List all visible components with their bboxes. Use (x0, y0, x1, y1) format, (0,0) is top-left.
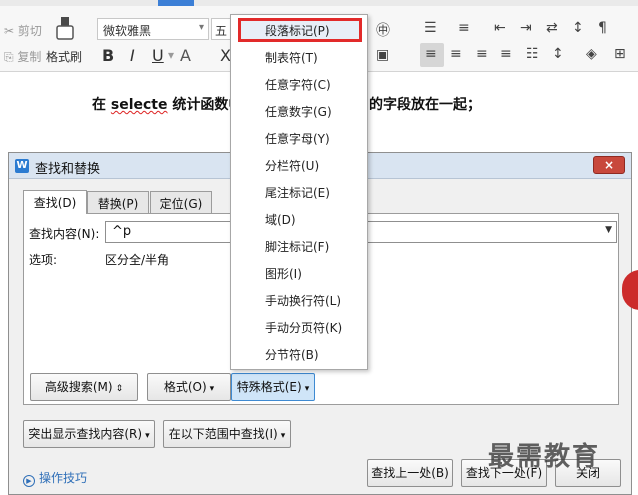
menu-item-manual-line-break[interactable]: 手动换行符(L) (231, 288, 367, 315)
bullet-list-icon[interactable]: ☰ (424, 20, 437, 36)
options-label: 选项: (29, 253, 58, 267)
cut-button[interactable]: ✂ 剪切 (4, 22, 42, 39)
document-line: 在 selecte 统计函数中 的字段放在一起； (92, 94, 481, 114)
find-previous-button[interactable]: 查找上一处(B) (367, 459, 453, 487)
chevron-down-icon[interactable]: ▼ (605, 225, 612, 235)
watermark-logo: 最需教育 (488, 442, 601, 472)
font-name-select[interactable]: 微软雅黑 ▾ (97, 18, 209, 40)
show-marks-icon[interactable]: ¶ (598, 20, 607, 36)
tab-goto[interactable]: 定位(G) (150, 191, 212, 214)
decrease-indent-icon[interactable]: ⇤ (494, 20, 506, 36)
increase-indent-icon[interactable]: ⇥ (520, 20, 532, 36)
menu-item-graphic[interactable]: 图形(I) (231, 261, 367, 288)
chevron-down-icon: ▾ (280, 431, 286, 441)
sort-icon[interactable]: ↕ (572, 20, 584, 36)
align-right-icon[interactable]: ≡ (476, 46, 488, 62)
brush-icon (56, 17, 74, 40)
special-format-button[interactable]: 特殊格式(E) ▾ (231, 373, 315, 401)
menu-item-paragraph-mark[interactable]: 段落标记(P) (231, 18, 367, 45)
phonetic-guide-icon[interactable]: ㊥ (376, 20, 390, 40)
underline-dropdown-icon[interactable]: ▾ (168, 48, 174, 62)
shading-icon[interactable]: ▣ (376, 47, 389, 63)
wps-writer-icon: W (15, 159, 29, 173)
doc-text-before: 在 (92, 97, 111, 113)
line-spacing-icon[interactable]: ↕ (552, 46, 564, 62)
underline-button[interactable]: U (152, 46, 164, 65)
italic-button[interactable]: I (130, 46, 135, 65)
menu-item-manual-page-break[interactable]: 手动分页符(K) (231, 315, 367, 342)
tab-replace[interactable]: 替换(P) (87, 191, 149, 214)
border-icon[interactable]: ⊞ (614, 46, 626, 62)
highlight-found-button[interactable]: 突出显示查找内容(R) ▾ (23, 420, 155, 448)
font-size-value: 五 (215, 24, 228, 38)
special-format-label: 特殊格式(E) (236, 380, 302, 394)
expand-icon: ⇕ (115, 384, 124, 394)
find-in-range-button[interactable]: 在以下范围中查找(I) ▾ (163, 420, 291, 448)
menu-item-field[interactable]: 域(D) (231, 207, 367, 234)
find-label: 查找内容(N): (29, 227, 100, 241)
bold-button[interactable]: B (102, 46, 114, 65)
doc-text-word: selecte (110, 97, 168, 113)
menu-item-footnote-mark[interactable]: 脚注标记(F) (231, 234, 367, 261)
format-button[interactable]: 格式(O) ▾ (147, 373, 231, 401)
doc-text-tail: 的字段放在一起； (369, 97, 481, 113)
play-icon: ▶ (23, 475, 35, 487)
chevron-down-icon: ▾ (198, 22, 204, 33)
tab-find[interactable]: 查找(D) (23, 190, 87, 214)
close-icon[interactable]: × (593, 156, 625, 174)
chevron-down-icon: ▾ (304, 384, 310, 394)
tips-label: 操作技巧 (39, 471, 88, 485)
fill-color-icon[interactable]: ◈ (586, 46, 597, 62)
copy-button[interactable]: ⎘ 复制 (4, 48, 41, 65)
chevron-down-icon: ▾ (209, 384, 215, 394)
font-name-value: 微软雅黑 (103, 24, 152, 38)
menu-item-any-char[interactable]: 任意字符(C) (231, 72, 367, 99)
cut-label: 剪切 (17, 24, 42, 38)
text-effect-button[interactable]: A (180, 46, 191, 65)
dialog-title: 查找和替换 (35, 162, 101, 177)
align-left-icon[interactable]: ≡ (425, 46, 437, 62)
tips-link[interactable]: ▶ 操作技巧 (23, 469, 87, 487)
menu-item-tab-char[interactable]: 制表符(T) (231, 45, 367, 72)
menu-item-column-break[interactable]: 分栏符(U) (231, 153, 367, 180)
ribbon-active-tab[interactable] (158, 0, 194, 6)
options-value: 区分全/半角 (105, 253, 170, 267)
menu-item-any-letter[interactable]: 任意字母(Y) (231, 126, 367, 153)
numbered-list-icon[interactable]: ≡ (458, 20, 470, 36)
distributed-icon[interactable]: ☷ (526, 46, 539, 62)
advanced-search-button[interactable]: 高级搜索(M) ⇕ (30, 373, 138, 401)
format-painter-label: 格式刷 (46, 50, 83, 64)
menu-item-section-break[interactable]: 分节符(B) (231, 342, 367, 369)
highlight-found-label: 突出显示查找内容(R) (28, 427, 143, 441)
find-value: ^p (112, 224, 132, 239)
align-center-icon[interactable]: ≡ (450, 46, 462, 62)
chinese-layout-icon[interactable]: ⇄ (546, 20, 558, 36)
find-in-range-label: 在以下范围中查找(I) (168, 427, 278, 441)
format-painter-button[interactable]: 格式刷 (46, 14, 86, 68)
menu-item-any-digit[interactable]: 任意数字(G) (231, 99, 367, 126)
copy-label: 复制 (17, 50, 42, 64)
ribbon-tab-strip (0, 0, 638, 6)
chevron-down-icon: ▾ (145, 431, 150, 441)
advanced-search-label: 高级搜索(M) (44, 380, 113, 394)
menu-item-endnote-mark[interactable]: 尾注标记(E) (231, 180, 367, 207)
special-format-menu: 段落标记(P) 制表符(T) 任意字符(C) 任意数字(G) 任意字母(Y) 分… (230, 14, 368, 370)
format-label: 格式(O) (163, 380, 207, 394)
justify-icon[interactable]: ≡ (500, 46, 512, 62)
